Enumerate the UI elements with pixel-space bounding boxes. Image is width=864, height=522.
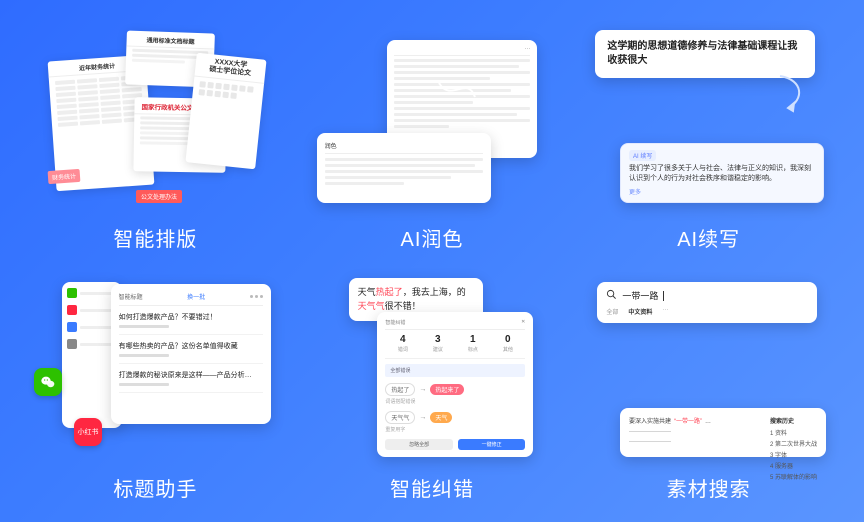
search-results-panel: 要深入实施共建“一带一路”… ——————— ——————— 搜索历史 1 资料… — [620, 408, 826, 457]
search-query[interactable]: 一带一路 — [622, 289, 658, 302]
error-stats: 4错词 3建议 1标点 0其他 — [385, 334, 525, 359]
tile-label: AI润色 — [401, 223, 464, 252]
tile-search[interactable]: 一带一路 全部 中文资料 ··· 要深入实施共建“一带一路”… ——————— … — [579, 270, 838, 502]
history-item[interactable]: 5 苏联解体的影响 — [770, 472, 817, 481]
correction-item[interactable]: 热起了→热起来了 词语搭配错误 — [385, 383, 525, 405]
tile-label: 智能排版 — [113, 223, 197, 252]
tile-continue[interactable]: 这学期的思想道德修养与法律基础课程让我收获很大 AI 续写 我们学习了很多关于人… — [579, 20, 838, 252]
history-item[interactable]: 2 第二次世界大战 — [770, 439, 817, 448]
panel-title: 智能标题 — [119, 292, 143, 301]
history-header: 搜索历史 — [770, 416, 817, 425]
tab[interactable]: 全部 — [606, 307, 618, 316]
wechat-icon — [34, 368, 62, 396]
history-item[interactable]: 1 资料 — [770, 428, 817, 437]
ignore-all-button[interactable]: 忽略全部 — [385, 439, 453, 450]
xiaohongshu-icon: 小红书 — [74, 418, 102, 446]
filter-bar[interactable]: 全部错误 — [385, 364, 525, 377]
doc-tag-gov: 公文处理办法 — [136, 190, 182, 203]
output-body: 我们学习了很多关于人与社会、法律与正义的知识，我深刻认识到个人的行为对社会秩序和… — [629, 164, 815, 184]
doc-thumb-thesis: XXXX大学 硕士学位论文 — [185, 53, 266, 170]
history-item[interactable]: 3 字体 — [770, 450, 817, 459]
title-suggestion[interactable]: 如何打造爆款产品？不要错过！ — [119, 312, 263, 322]
panel-title: 智能纠错 — [385, 319, 405, 326]
output-more-link[interactable]: 更多 — [629, 187, 815, 196]
panel-title: 润色 — [325, 141, 483, 154]
continue-output-panel: AI 续写 我们学习了很多关于人与社会、法律与正义的知识，我深刻认识到个人的行为… — [620, 143, 824, 203]
feature-grid: 近年财务统计 财务统计 通用标准文档标题 国家行政机关公文处理办法 — [0, 0, 864, 522]
tile-label: AI续写 — [677, 223, 740, 252]
tab-active[interactable]: 中文资料 — [628, 307, 652, 316]
arrow-curve-down-icon — [774, 74, 808, 114]
tab-more-icon[interactable]: ··· — [662, 307, 668, 316]
doc-title: 通用标准文档标题 — [126, 30, 215, 49]
titles-panel: 智能标题 换一批 如何打造爆款产品？不要错过！ 有哪些热卖的产品？这份名单值得收… — [111, 284, 271, 424]
search-icon — [606, 289, 617, 302]
title-suggestion[interactable]: 打造爆款的秘诀原来是这样——产品分析… — [119, 370, 263, 380]
tile-polish-preview: ··· 润色 — [303, 20, 562, 217]
title-suggestion[interactable]: 有哪些热卖的产品？这份名单值得收藏 — [119, 341, 263, 351]
tile-polish[interactable]: ··· 润色 AI润色 — [303, 20, 562, 252]
tile-layout-preview: 近年财务统计 财务统计 通用标准文档标题 国家行政机关公文处理办法 — [26, 20, 285, 217]
continue-input-text: 这学期的思想道德修养与法律基础课程让我收获很大 — [607, 40, 803, 68]
correction-item[interactable]: 天气气→天气 重复用字 — [385, 411, 525, 433]
tile-label: 智能纠错 — [390, 473, 474, 502]
correct-suggestions-panel: 智能纠错 ✕ 4错词 3建议 1标点 0其他 全部错误 热起了→热起来了 词语搭配… — [377, 312, 533, 457]
apply-all-button[interactable]: 一键修正 — [458, 439, 526, 450]
tile-title-assist[interactable]: 小红书 智能标题 换一批 如何打造爆款产品？不要错过！ 有哪些热卖的产品？这份名… — [26, 270, 285, 502]
close-icon[interactable]: ✕ — [521, 319, 525, 326]
search-tabs: 全部 中文资料 ··· — [606, 307, 808, 316]
tile-title-preview: 小红书 智能标题 换一批 如何打造爆款产品？不要错过！ 有哪些热卖的产品？这份名… — [26, 270, 285, 467]
tile-layout[interactable]: 近年财务统计 财务统计 通用标准文档标题 国家行政机关公文处理办法 — [26, 20, 285, 252]
doc-tag-finance: 财务统计 — [48, 169, 81, 184]
search-bar-panel: 一带一路 全部 中文资料 ··· — [597, 282, 817, 323]
correct-source-text: 天气热起了，我去上海，的天气气很不错！ — [358, 286, 474, 313]
arrow-swirl-icon — [437, 79, 477, 109]
search-history: 搜索历史 1 资料 2 第二次世界大战 3 字体 4 服务器 5 苏联解体的影响 — [770, 416, 817, 483]
more-icon[interactable] — [250, 295, 263, 298]
tile-label: 素材搜索 — [667, 473, 751, 502]
history-item[interactable]: 4 服务器 — [770, 461, 817, 470]
polish-result-panel: 润色 — [317, 133, 491, 203]
tile-correct-preview: 天气热起了，我去上海，的天气气很不错！ 智能纠错 ✕ 4错词 3建议 1标点 0其… — [303, 270, 562, 467]
panel-more-icon: ··· — [394, 46, 530, 56]
refresh-link[interactable]: 换一批 — [187, 292, 205, 301]
tile-label: 标题助手 — [113, 473, 197, 502]
text-cursor-icon — [663, 291, 664, 301]
continue-input-panel: 这学期的思想道德修养与法律基础课程让我收获很大 — [595, 30, 815, 78]
tile-continue-preview: 这学期的思想道德修养与法律基础课程让我收获很大 AI 续写 我们学习了很多关于人… — [579, 20, 838, 217]
tile-correct[interactable]: 天气热起了，我去上海，的天气气很不错！ 智能纠错 ✕ 4错词 3建议 1标点 0其… — [303, 270, 562, 502]
tile-search-preview: 一带一路 全部 中文资料 ··· 要深入实施共建“一带一路”… ——————— … — [579, 270, 838, 467]
output-tag: AI 续写 — [629, 150, 656, 161]
